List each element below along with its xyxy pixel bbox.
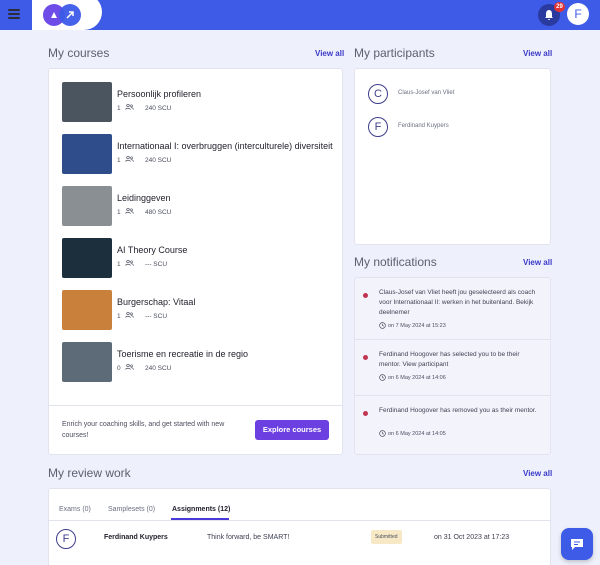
course-meta: 1 --- SCU (117, 311, 168, 320)
notification-time: on 7 May 2024 at 15:23 (379, 322, 446, 329)
people-icon (125, 259, 145, 268)
unread-dot (363, 293, 368, 298)
divider (49, 405, 342, 406)
course-thumbnail (62, 82, 112, 122)
user-avatar[interactable]: F (567, 3, 589, 25)
notification-item[interactable]: Ferdinand Hoogover has selected you to b… (355, 340, 550, 396)
course-thumbnail (62, 186, 112, 226)
participant-count: 1 (117, 104, 121, 112)
notification-item[interactable]: Claus-Josef van Vliet heeft jou geselect… (355, 278, 550, 340)
logo-arrow-icon[interactable] (59, 4, 81, 26)
clock-icon (379, 374, 386, 381)
scu-value: 240 SCU (145, 156, 172, 164)
course-meta: 1 480 SCU (117, 207, 172, 216)
participant-count: 1 (117, 156, 121, 164)
review-card: Exams (0) Samplesets (0) Assignments (12… (48, 488, 551, 565)
people-icon (125, 103, 145, 112)
participant-count: 1 (117, 208, 121, 216)
course-name: Internationaal I: overbruggen (intercult… (117, 141, 333, 151)
status-badge: Submitted (371, 530, 402, 544)
participant-count: 0 (117, 364, 121, 372)
unread-dot (363, 411, 368, 416)
notification-time: on 6 May 2024 at 14:05 (379, 430, 446, 437)
participant-count: 1 (117, 260, 121, 268)
courses-title: My courses (48, 46, 110, 60)
scu-value: 240 SCU (145, 104, 172, 112)
assignment-title[interactable]: Think forward, be SMART! (207, 534, 289, 541)
divider (49, 520, 551, 521)
notification-time-text: on 7 May 2024 at 15:23 (388, 322, 446, 329)
chat-button[interactable] (561, 528, 593, 560)
people-icon (125, 363, 145, 372)
clock-icon (379, 322, 386, 329)
course-thumbnail (62, 134, 112, 174)
clock-icon (379, 430, 386, 437)
course-meta: 1 240 SCU (117, 155, 172, 164)
course-thumbnail (62, 342, 112, 382)
course-meta: 0 240 SCU (117, 363, 172, 372)
course-meta: 1 --- SCU (117, 259, 168, 268)
notifications-title: My notifications (354, 255, 437, 269)
reviewee-avatar: F (56, 529, 76, 549)
top-bar: 29 F (0, 0, 600, 30)
participants-card: C Claus-Josef van Vliet F Ferdinand Kuyp… (354, 68, 551, 245)
participants-title: My participants (354, 46, 435, 60)
notification-time-text: on 6 May 2024 at 14:05 (388, 430, 446, 437)
scu-value: --- SCU (145, 260, 168, 268)
unread-dot (363, 355, 368, 360)
tab-assignments[interactable]: Assignments (12) (172, 506, 230, 513)
notifications-view-all-link[interactable]: View all (523, 258, 552, 267)
participant-count: 1 (117, 312, 121, 320)
courses-view-all-link[interactable]: View all (315, 49, 344, 58)
participant-avatar: F (368, 117, 388, 137)
reviewee-name[interactable]: Ferdinand Kuypers (104, 534, 168, 541)
chat-icon (571, 539, 583, 550)
tab-samplesets[interactable]: Samplesets (0) (108, 506, 155, 513)
course-name: Leidinggeven (117, 193, 171, 203)
course-thumbnail (62, 238, 112, 278)
tab-exams[interactable]: Exams (0) (59, 506, 91, 513)
submission-date: on 31 Oct 2023 at 17:23 (434, 534, 510, 541)
hamburger-icon[interactable] (8, 9, 20, 19)
course-meta: 1 240 SCU (117, 103, 172, 112)
review-title: My review work (48, 466, 131, 480)
courses-card: Persoonlijk profileren 1 240 SCU Internatio… (48, 68, 343, 455)
notification-text: Ferdinand Hoogover has selected you to b… (379, 351, 520, 368)
scu-value: --- SCU (145, 312, 168, 320)
notification-text: Claus-Josef van Vliet heeft jou geselect… (379, 289, 536, 316)
notification-count-badge: 29 (554, 2, 565, 12)
participants-view-all-link[interactable]: View all (523, 49, 552, 58)
notification-time-text: on 6 May 2024 at 14:06 (388, 374, 446, 381)
course-name: Burgerschap: Vitaal (117, 297, 196, 307)
enrich-text: Enrich your coaching skills, and get sta… (62, 421, 225, 439)
review-view-all-link[interactable]: View all (523, 469, 552, 478)
participant-name: Claus-Josef van Vliet (398, 90, 455, 96)
course-name: Toerisme en recreatie in de regio (117, 349, 249, 359)
notification-item[interactable]: Ferdinand Hoogover has removed you as th… (355, 396, 550, 452)
scu-value: 480 SCU (145, 208, 172, 216)
explore-courses-button[interactable]: Explore courses (255, 420, 329, 440)
course-thumbnail (62, 290, 112, 330)
people-icon (125, 311, 145, 320)
course-name: AI Theory Course (117, 245, 188, 255)
participant-avatar: C (368, 84, 388, 104)
participant-name: Ferdinand Kuypers (398, 123, 449, 129)
notification-text: Ferdinand Hoogover has removed you as th… (379, 407, 537, 414)
scu-value: 240 SCU (145, 364, 172, 372)
notification-time: on 6 May 2024 at 14:06 (379, 374, 446, 381)
people-icon (125, 155, 145, 164)
course-name: Persoonlijk profileren (117, 89, 202, 99)
notifications-card: Claus-Josef van Vliet heeft jou geselect… (354, 277, 551, 455)
people-icon (125, 207, 145, 216)
